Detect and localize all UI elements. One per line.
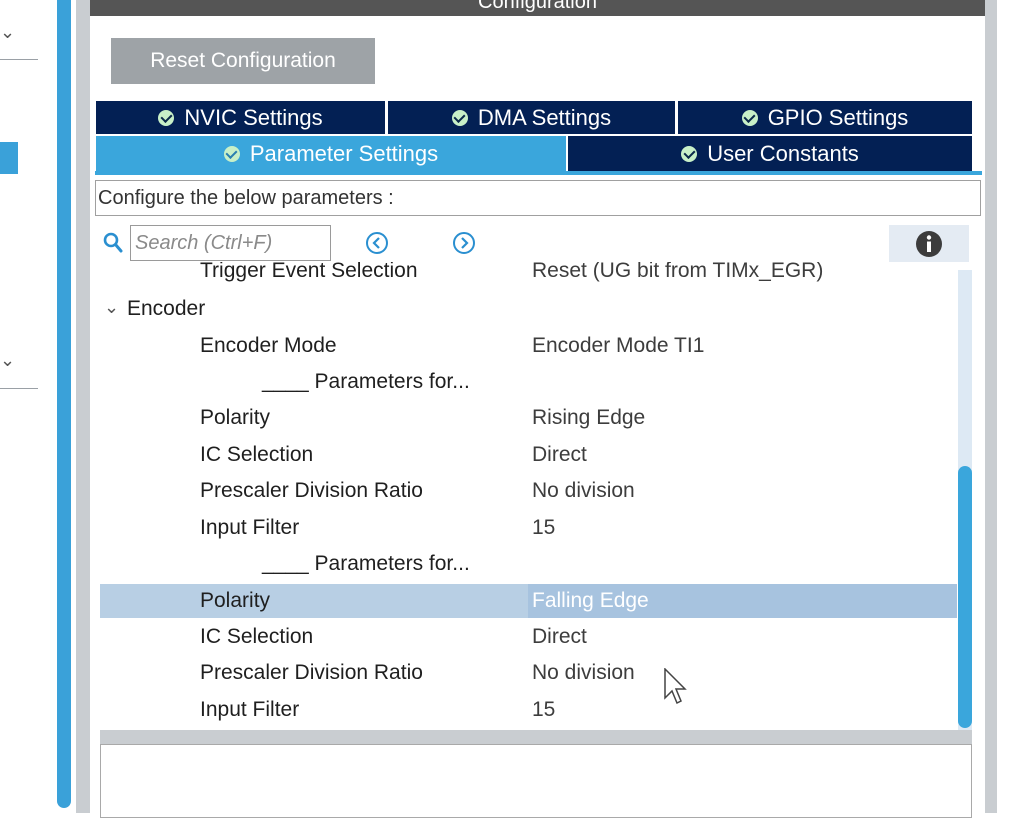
param-value[interactable]: Direct [532,438,587,472]
splitter-bar[interactable] [100,730,972,744]
tab-nvic-settings[interactable]: NVIC Settings [96,101,385,134]
tab-dma-settings[interactable]: DMA Settings [388,101,675,134]
param-name: IC Selection [200,625,314,648]
table-row[interactable]: Polarity Rising Edge [100,401,957,435]
param-name: Input Filter [200,698,300,721]
table-row[interactable]: IC Selection Direct [100,620,957,654]
previous-match-icon[interactable] [365,231,389,255]
table-row[interactable]: Input Filter 15 [100,511,957,545]
group-label: Encoder [127,297,206,320]
list-item[interactable]: Trigger Event Selection Reset (UG bit fr… [100,262,957,288]
param-value: Reset (UG bit from TIMx_EGR) [532,262,824,282]
left-panel-scrollbar[interactable] [57,0,71,808]
param-value[interactable]: No division [532,656,635,690]
chevron-down-icon[interactable]: ⌄ [104,290,119,324]
param-value[interactable]: Encoder Mode TI1 [532,329,704,363]
group-encoder[interactable]: ⌄ Encoder [100,292,957,326]
description-pane [100,744,972,818]
tab-label: Parameter Settings [249,140,439,166]
configuration-title-bar: Configuration [90,0,985,16]
param-value[interactable]: 15 [532,693,555,727]
param-section-label: ____ Parameters for... [262,552,470,575]
table-row[interactable]: Input Filter 15 [100,693,957,727]
next-match-icon[interactable] [452,231,476,255]
selected-item-marker[interactable] [0,142,18,174]
param-name: Trigger Event Selection [200,262,418,282]
tab-label: NVIC Settings [184,104,323,130]
tab-label: GPIO Settings [767,104,909,130]
param-value[interactable]: Rising Edge [532,401,645,435]
param-name: Encoder Mode [200,334,337,357]
param-name: Prescaler Division Ratio [200,661,423,684]
panel-frame-left [76,0,90,813]
tab-gpio-settings[interactable]: GPIO Settings [678,101,972,134]
tab-label: DMA Settings [477,104,612,130]
table-row[interactable]: Prescaler Division Ratio No division [100,656,957,690]
divider [0,388,38,389]
check-circle-icon [681,145,698,162]
chevron-down-icon[interactable]: ⌄ [0,22,15,43]
info-icon [916,231,942,257]
param-value[interactable]: 15 [532,511,555,545]
param-value[interactable]: Falling Edge [532,584,649,618]
check-circle-icon [451,109,468,126]
divider [0,59,38,60]
search-icon[interactable] [103,232,123,254]
chevron-down-icon[interactable]: ⌄ [0,350,15,371]
tab-user-constants[interactable]: User Constants [568,136,972,171]
left-panel: ⌄ ⌄ [0,0,40,813]
param-name: Polarity [200,406,271,429]
reset-configuration-button[interactable]: Reset Configuration [111,38,375,84]
param-section-label: ____ Parameters for... [262,370,470,393]
table-row-selected[interactable]: Polarity Falling Edge [100,584,957,618]
table-row[interactable]: Prescaler Division Ratio No division [100,474,957,508]
param-name: Prescaler Division Ratio [200,479,423,502]
mouse-cursor-icon [664,668,687,705]
check-circle-icon [223,145,240,162]
vertical-scrollbar-thumb[interactable] [958,466,972,728]
configuration-title: Configuration [478,0,597,13]
param-value[interactable]: Direct [532,620,587,654]
tab-underline [95,171,982,175]
tab-label: User Constants [707,140,859,166]
search-input[interactable] [130,225,331,261]
check-circle-icon [741,109,758,126]
table-row[interactable]: Encoder Mode Encoder Mode TI1 [100,329,957,363]
table-row: ____ Parameters for... [100,365,957,399]
parameters-description: Configure the below parameters : [95,180,981,216]
table-row: ____ Parameters for... [100,547,957,581]
param-name: Polarity [200,589,271,612]
table-row[interactable]: IC Selection Direct [100,438,957,472]
param-value[interactable]: No division [532,474,635,508]
tab-parameter-settings[interactable]: Parameter Settings [96,136,566,171]
panel-frame-right [985,0,997,813]
check-circle-icon [158,109,175,126]
parameter-list: Trigger Event Selection Reset (UG bit fr… [100,262,957,730]
param-name: IC Selection [200,443,314,466]
configuration-panel: Configuration Reset Configuration NVIC S… [90,0,985,818]
info-button[interactable] [889,225,969,262]
param-name: Input Filter [200,516,300,539]
